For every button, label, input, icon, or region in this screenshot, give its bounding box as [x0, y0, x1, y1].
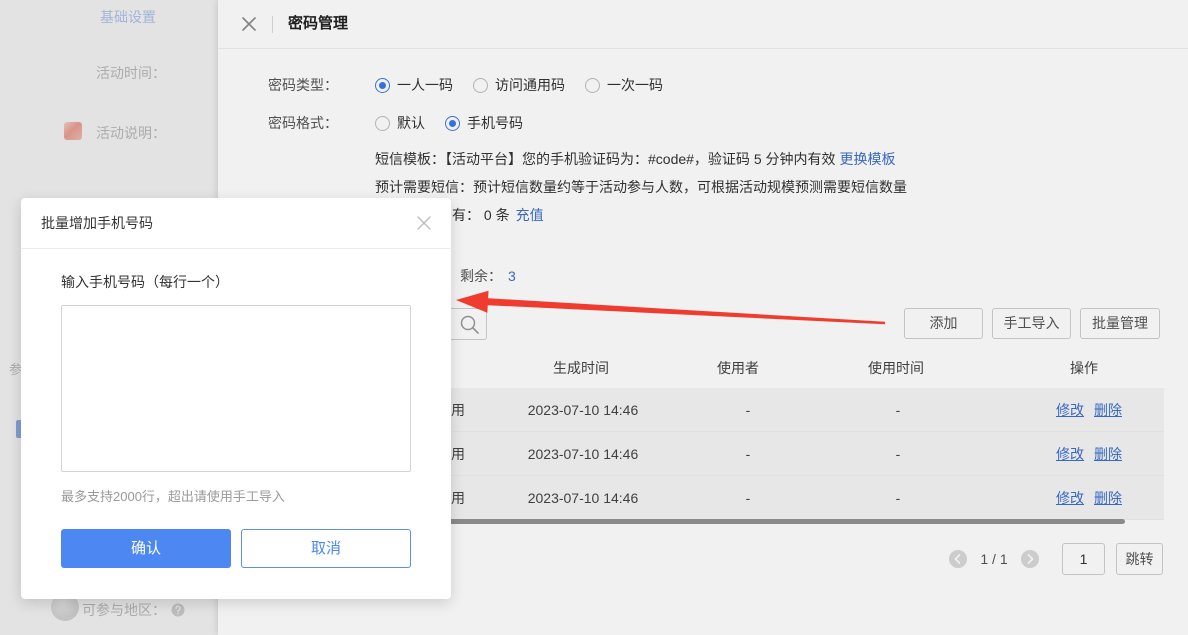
limit-hint: 最多支持2000行，超出请使用手工导入: [61, 489, 285, 504]
modal-title: 批量增加手机号码: [41, 215, 153, 231]
confirm-button[interactable]: 确认: [61, 529, 231, 568]
modal-header-border: [21, 248, 451, 249]
phone-numbers-textarea[interactable]: [61, 305, 411, 472]
batch-add-phone-modal: 批量增加手机号码 输入手机号码（每行一个） 最多支持2000行，超出请使用手工导…: [21, 198, 451, 599]
cancel-button[interactable]: 取消: [241, 529, 411, 568]
close-icon[interactable]: [417, 216, 431, 230]
phone-input-label: 输入手机号码（每行一个）: [61, 274, 229, 290]
